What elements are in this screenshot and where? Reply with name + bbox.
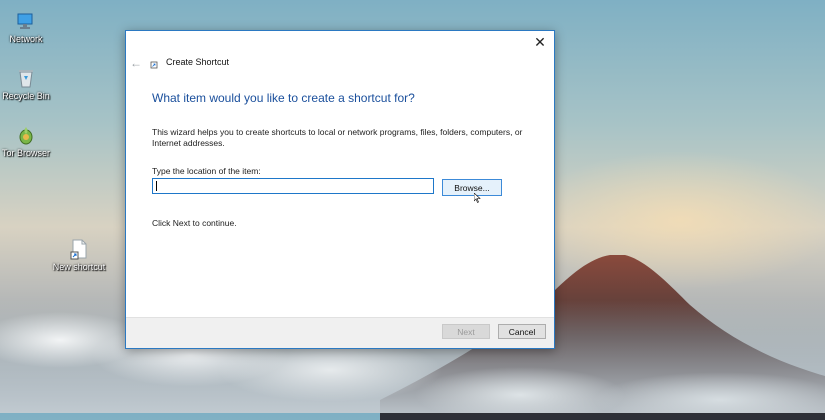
desktop-icon-recycle-bin[interactable]: Recycle Bin	[0, 67, 64, 101]
desktop-icon-network[interactable]: Network	[0, 10, 64, 44]
wizard-heading: What item would you like to create a sho…	[152, 91, 415, 105]
text-caret	[156, 181, 157, 191]
create-shortcut-dialog: ✕ ← Create Shortcut What item would you …	[125, 30, 555, 349]
location-input[interactable]	[152, 178, 434, 194]
close-button[interactable]: ✕	[526, 31, 554, 53]
network-icon	[15, 10, 37, 32]
close-icon: ✕	[534, 33, 546, 50]
dialog-footer: Next Cancel	[126, 317, 554, 348]
desktop-icon-label: Tor Browser	[1, 148, 50, 158]
tor-browser-icon	[15, 124, 37, 146]
back-button[interactable]: ←	[130, 56, 144, 70]
mouse-pointer-icon	[474, 193, 481, 203]
continue-hint: Click Next to continue.	[152, 218, 237, 228]
location-label: Type the location of the item:	[152, 166, 261, 176]
dialog-title: Create Shortcut	[166, 57, 230, 67]
back-arrow-icon: ←	[130, 56, 142, 70]
wizard-description: This wizard helps you to create shortcut…	[152, 127, 523, 148]
browse-button[interactable]: Browse...	[442, 179, 502, 196]
cancel-button[interactable]: Cancel	[498, 324, 546, 339]
recycle-bin-icon	[15, 67, 37, 89]
desktop-icon-label: Recycle Bin	[2, 91, 50, 101]
desktop-icon-new-shortcut[interactable]: New shortcut	[41, 238, 117, 272]
shortcut-icon	[150, 61, 158, 69]
shortcut-file-icon	[68, 238, 90, 260]
next-button[interactable]: Next	[442, 324, 490, 339]
desktop-icon-tor-browser[interactable]: Tor Browser	[0, 124, 64, 158]
desktop-icon-label: New shortcut	[52, 262, 106, 272]
desktop-icon-label: Network	[9, 34, 43, 44]
